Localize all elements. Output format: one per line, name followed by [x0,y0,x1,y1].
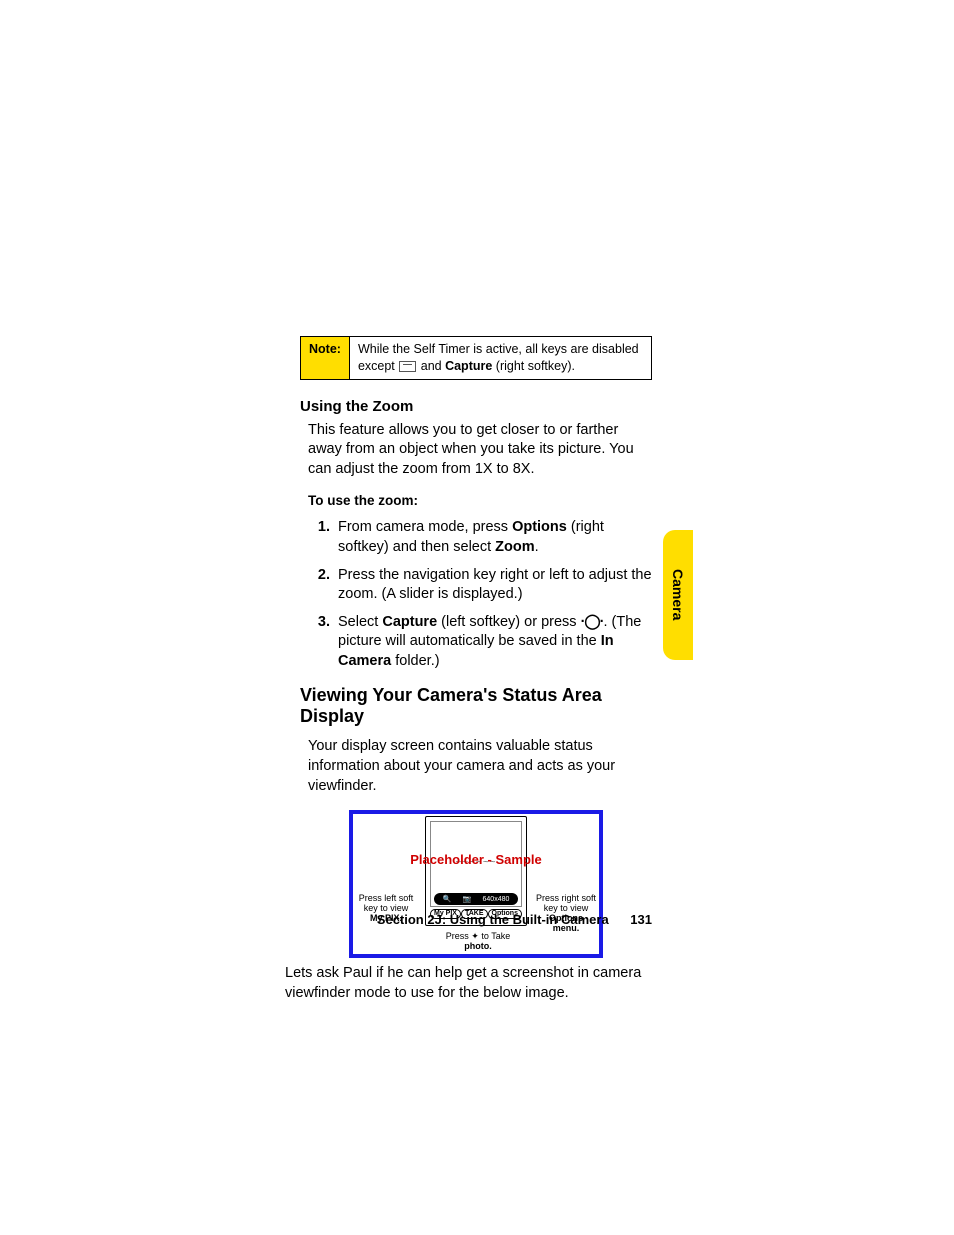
txt: Press [446,931,472,941]
step-2: 2. Press the navigation key right or lef… [308,566,652,605]
placeholder-stamp: Placeholder - Sample [353,852,599,867]
bold-photo: photo. [464,941,492,951]
step-text: Select Capture (left softkey) or press ·… [338,613,652,672]
txt: (left softkey) or press [437,614,580,630]
section-tab-label: Camera [670,569,686,620]
step-3: 3. Select Capture (left softkey) or pres… [308,613,652,672]
txt: Press left soft [359,893,414,903]
txt: . [535,539,539,555]
section-tab-camera: Camera [663,530,693,660]
step-number: 1. [308,518,338,557]
txt: Select [338,614,382,630]
note-text-mid: and [417,359,445,373]
viewfinder-figure: ~~~~~~ 🔍 📷 640x480 My PIX TAKE Options P… [349,810,603,958]
bold-options: Options [512,519,567,535]
note-bold-capture: Capture [445,359,492,373]
callout-bottom: Press ✦ to Take photo. [433,932,523,952]
camera-icon: 📷 [463,895,472,903]
zoom-paragraph: This feature allows you to get closer to… [308,421,652,480]
phone-screen-graphic: ~~~~~~ 🔍 📷 640x480 My PIX TAKE Options [425,816,527,926]
txt: folder.) [391,653,439,669]
txt: Press right soft [536,893,596,903]
figure-caption: Lets ask Paul if he can help get a scree… [285,964,655,1003]
note-box: Note: While the Self Timer is active, al… [300,336,652,380]
step-number: 2. [308,566,338,605]
footer-page-number: 131 [630,912,652,927]
nav-key-icon: ·◯· [581,613,604,633]
txt: From camera mode, press [338,519,512,535]
zoom-steps: 1. From camera mode, press Options (righ… [308,518,652,671]
txt: to Take [479,931,510,941]
heading-status-display: Viewing Your Camera's Status Area Displa… [300,685,652,727]
zoom-icon: 🔍 [443,895,452,903]
heading-using-zoom: Using the Zoom [300,398,652,415]
zoom-lead: To use the zoom: [308,493,652,508]
status-bar: 🔍 📷 640x480 [434,893,518,905]
footer-section: Section 2J: Using the Built-in Camera [377,912,609,927]
main-content: Note: While the Self Timer is active, al… [300,336,652,1003]
note-text: While the Self Timer is active, all keys… [350,337,651,379]
status-paragraph: Your display screen contains valuable st… [308,737,652,796]
step-1: 1. From camera mode, press Options (righ… [308,518,652,557]
step-text: From camera mode, press Options (right s… [338,518,652,557]
step-number: 3. [308,613,338,672]
document-page: Note: While the Self Timer is active, al… [0,0,954,1235]
back-key-icon [399,361,416,372]
note-label: Note: [301,337,350,379]
page-footer: Section 2J: Using the Built-in Camera 13… [300,912,652,927]
resolution-text: 640x480 [483,896,510,903]
nav-icon: ✦ [471,931,479,941]
step-text: Press the navigation key right or left t… [338,566,652,605]
bold-capture: Capture [382,614,437,630]
bold-zoom: Zoom [495,539,534,555]
note-text-post: (right softkey). [492,359,575,373]
